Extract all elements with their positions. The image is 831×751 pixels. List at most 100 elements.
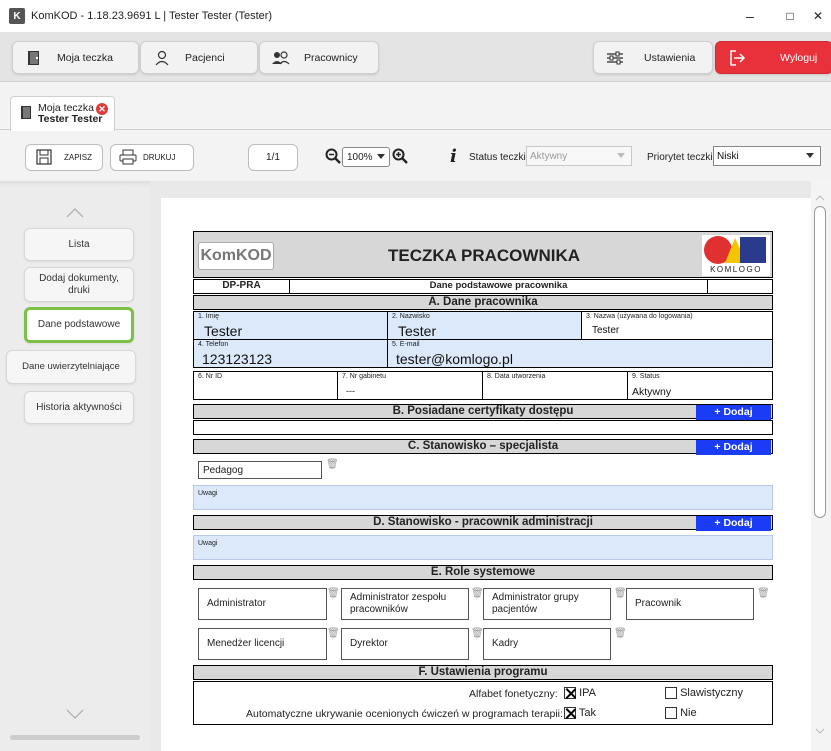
- document-toolbar: ZAPISZ DRUKUJ 1/1 i Status teczki Aktywn…: [0, 131, 831, 181]
- add-certificate-button[interactable]: + Dodaj: [696, 405, 771, 420]
- sidebar-item-dane-uwierzytelniajace[interactable]: Dane uwierzytelniające: [6, 350, 136, 384]
- printer-icon: [119, 149, 137, 167]
- nav-moja-teczka-button[interactable]: Moja teczka: [12, 41, 139, 74]
- logout-icon: [722, 49, 752, 67]
- chevron-up-icon[interactable]: [66, 208, 84, 218]
- nav-wyloguj-button[interactable]: Wyloguj: [715, 41, 831, 74]
- alfabet-ipa-option[interactable]: IPA: [564, 687, 596, 700]
- chevron-down-icon: [377, 154, 385, 159]
- scrollbar-thumb[interactable]: [814, 206, 826, 518]
- role-administrator[interactable]: Administrator: [198, 588, 327, 620]
- checkbox-checked[interactable]: [564, 687, 576, 700]
- trash-icon[interactable]: 🗑: [326, 459, 339, 470]
- section-b-header: B. Posiadane certyfikaty dostępu + Dodaj: [193, 404, 773, 420]
- role-admin-zespolu[interactable]: Administrator zespołu pracowników: [341, 588, 469, 620]
- folder-icon: [19, 50, 49, 66]
- imie-label: 1. Imię: [198, 313, 220, 320]
- auto-hide-nie-option[interactable]: Nie: [665, 707, 697, 720]
- add-admin-button[interactable]: + Dodaj: [696, 516, 771, 531]
- top-navigation: Moja teczka Pacjenci Pracownicy Ustawien…: [0, 32, 831, 82]
- auto-hide-tak-option[interactable]: Tak: [564, 707, 596, 720]
- nav-ustawienia-button[interactable]: Ustawienia: [593, 41, 713, 74]
- tab-moja-teczka[interactable]: Moja teczka Tester Tester ✕: [10, 96, 115, 131]
- save-button[interactable]: ZAPISZ: [25, 144, 103, 171]
- role-dyrektor[interactable]: Dyrektor: [341, 628, 469, 660]
- gabinet-field[interactable]: 7. Nr gabinetu ---: [337, 371, 483, 400]
- nrid-field[interactable]: 6. Nr ID: [193, 371, 338, 400]
- users-icon: [266, 50, 296, 66]
- nazwisko-field[interactable]: 2. Nazwisko Tester: [387, 311, 582, 340]
- priority-select[interactable]: Niski: [713, 146, 821, 166]
- window-title: KomKOD - 1.18.23.9691 L | Tester Tester …: [31, 10, 273, 22]
- sidebar-item-dodaj-dokumenty[interactable]: Dodaj dokumenty, druki: [24, 267, 134, 302]
- nazwisko-label: 2. Nazwisko: [392, 313, 430, 320]
- document-tab-bar: Moja teczka Tester Tester ✕: [0, 82, 831, 131]
- section-c-header: C. Stanowisko – specjalista + Dodaj: [193, 439, 773, 455]
- trash-icon[interactable]: 🗑: [327, 588, 340, 599]
- sidebar-item-historia-aktywnosci[interactable]: Historia aktywności: [24, 391, 134, 424]
- info-icon: i: [450, 146, 457, 167]
- nav-pracownicy-button[interactable]: Pracownicy: [259, 41, 379, 74]
- trash-icon[interactable]: 🗑: [614, 628, 627, 639]
- scroll-down-icon[interactable]: [815, 728, 825, 734]
- close-tab-icon[interactable]: ✕: [96, 103, 108, 115]
- telefon-value: 123123123: [202, 351, 273, 367]
- role-pracownik[interactable]: Pracownik: [626, 588, 754, 620]
- zoom-in-icon[interactable]: [392, 148, 408, 167]
- scroll-up-icon[interactable]: [815, 195, 825, 201]
- maximize-button[interactable]: □: [770, 0, 810, 32]
- trash-icon[interactable]: 🗑: [614, 588, 627, 599]
- telefon-field[interactable]: 4. Telefon 123123123: [193, 339, 388, 368]
- zoom-select-value: 100%: [347, 151, 373, 163]
- telefon-label: 4. Telefon: [198, 341, 229, 348]
- close-window-button[interactable]: ✕: [805, 0, 831, 32]
- sidebar-item-lista[interactable]: Lista: [24, 228, 134, 261]
- checkbox-checked[interactable]: [564, 707, 576, 720]
- stanowisko-item[interactable]: Pedagog: [198, 461, 322, 479]
- checkbox-unchecked[interactable]: [665, 687, 677, 700]
- login-label: 3. Nazwa (używana do logowania): [586, 313, 693, 320]
- zoom-select[interactable]: 100%: [342, 147, 390, 167]
- zoom-out-icon[interactable]: [325, 148, 341, 167]
- imie-field[interactable]: 1. Imię Tester: [193, 311, 388, 340]
- alfabet-label: Alfabet fonetyczny:: [469, 688, 558, 700]
- add-specialist-button[interactable]: + Dodaj: [696, 440, 771, 455]
- trash-icon[interactable]: 🗑: [471, 588, 484, 599]
- nav-label: Pacjenci: [185, 51, 225, 64]
- uwagi-d-field[interactable]: Uwagi: [193, 535, 773, 560]
- vertical-scrollbar[interactable]: [811, 181, 831, 751]
- sidebar-item-dane-podstawowe[interactable]: Dane podstawowe: [24, 307, 134, 343]
- uwagi-c-field[interactable]: Uwagi: [193, 485, 773, 510]
- checkbox-unchecked[interactable]: [665, 707, 677, 720]
- data-utworzenia-field: 8. Data utworzenia: [482, 371, 628, 400]
- chevron-down-icon: [806, 153, 814, 158]
- nrid-label: 6. Nr ID: [198, 373, 223, 380]
- print-button[interactable]: DRUKUJ: [110, 144, 194, 171]
- section-d-header: D. Stanowisko - pracownik administracji …: [193, 515, 773, 531]
- status-field[interactable]: 9. Status Aktywny: [627, 371, 773, 400]
- role-kadry[interactable]: Kadry: [483, 628, 611, 660]
- gabinet-value: ---: [346, 386, 355, 396]
- email-field[interactable]: 5. E-mail tester@komlogo.pl: [387, 339, 773, 368]
- section-b-title: B. Posiadane certyfikaty dostępu: [392, 405, 574, 417]
- nav-pacjenci-button[interactable]: Pacjenci: [140, 41, 258, 74]
- role-admin-grupy[interactable]: Administrator grupy pacjentów: [483, 588, 611, 620]
- nav-label: Pracownicy: [304, 51, 358, 64]
- status-select[interactable]: Aktywny: [526, 146, 632, 166]
- section-f-header: F. Ustawienia programu: [193, 665, 773, 680]
- certificates-list: [193, 420, 773, 435]
- trash-icon[interactable]: 🗑: [327, 628, 340, 639]
- tab-label-line2: Tester Tester: [38, 113, 103, 125]
- status-label: Status teczki: [469, 152, 526, 163]
- chevron-down-icon[interactable]: [66, 709, 84, 719]
- sliders-icon: [600, 50, 630, 66]
- login-field[interactable]: 3. Nazwa (używana do logowania) Tester: [581, 311, 773, 340]
- trash-icon[interactable]: 🗑: [757, 588, 770, 599]
- minimize-button[interactable]: –: [730, 0, 770, 32]
- auto-hide-nie-label: Nie: [680, 707, 697, 719]
- role-menedzer-licencji[interactable]: Menedżer licencji: [198, 628, 327, 660]
- alfabet-slawistyczny-option[interactable]: Slawistyczny: [665, 687, 743, 700]
- data-utworzenia-label: 8. Data utworzenia: [487, 373, 546, 380]
- settings-box: Alfabet fonetyczny: IPA Slawistyczny Aut…: [193, 681, 773, 725]
- trash-icon[interactable]: 🗑: [471, 628, 484, 639]
